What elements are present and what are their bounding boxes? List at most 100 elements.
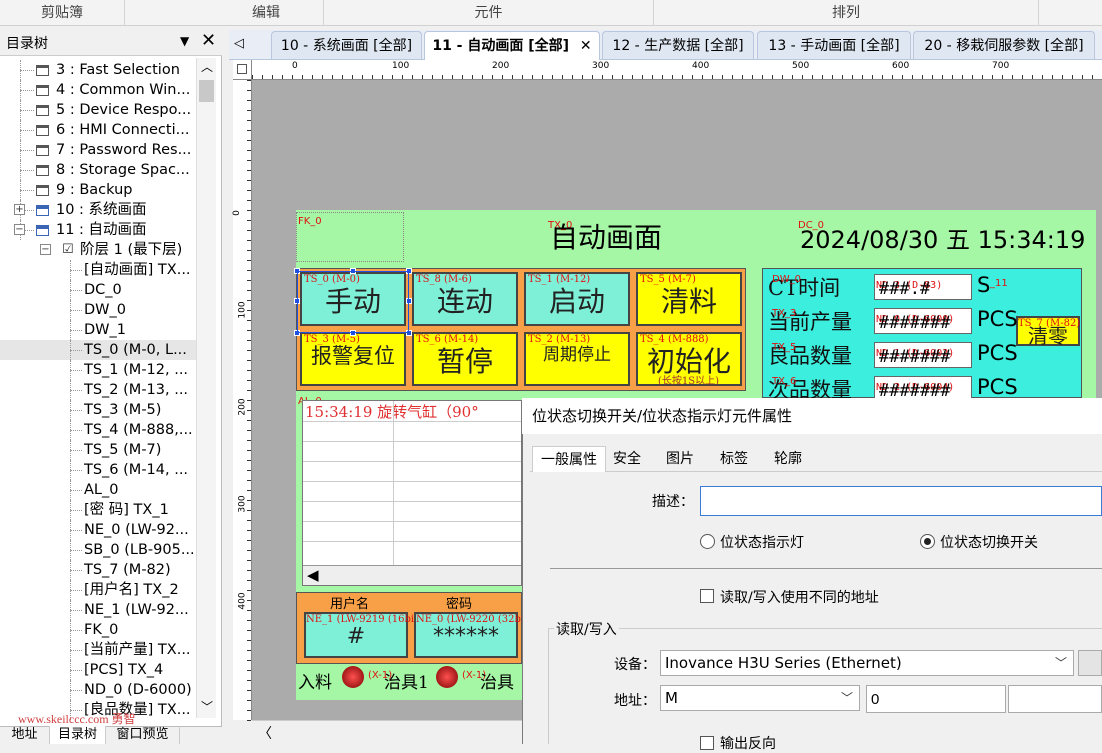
scroll-thumb[interactable] [199, 80, 214, 102]
tree-item-label: 10 : 系统画面 [56, 202, 147, 218]
scroll-left-icon[interactable]: ◀ [307, 566, 319, 584]
invert-output-label[interactable]: 输出反向 [720, 733, 776, 753]
tree-item[interactable]: TS_1 (M-12, ... [0, 360, 196, 380]
invert-output-checkbox[interactable] [700, 736, 714, 750]
tree-item[interactable]: 8 : Storage Spac... [0, 160, 196, 180]
tree-item[interactable]: [当前产量] TX... [0, 640, 196, 660]
tab-label[interactable]: 标签 [710, 446, 758, 472]
tag-fk: FK_0 [298, 216, 322, 227]
tab-auto-screen[interactable]: 11 - 自动画面 [全部] ✕ [424, 31, 600, 61]
tab-general[interactable]: 一般属性 [532, 446, 606, 472]
stat-value-box[interactable]: ND_3 (D-83) ###.# [874, 274, 972, 300]
scroll-up-icon[interactable]: ︿ [201, 58, 213, 75]
tree-item[interactable]: +10 : 系统画面 [0, 200, 196, 220]
alarm-list[interactable]: 15:34:19 旋转气缸（90° ◀ [302, 400, 522, 586]
tab-manual-screen[interactable]: 13 - 手动画面 [全部] [757, 31, 911, 59]
tree-item[interactable]: AL_0 [0, 480, 196, 500]
tab-picture[interactable]: 图片 [656, 446, 704, 472]
scroll-down-icon[interactable]: ﹀ [201, 698, 213, 715]
tree-item[interactable]: 5 : Device Respo... [0, 100, 196, 120]
stat-value-box[interactable]: ND_1 (D-6002) ####### [874, 342, 972, 368]
close-icon[interactable]: ✕ [201, 30, 216, 51]
ribbon-group-clipboard[interactable]: 剪贴簿 [0, 0, 125, 26]
tab-security[interactable]: 安全 [606, 446, 648, 472]
tree-item-label: [自动画面] TX... [84, 262, 191, 278]
ribbon-group-element[interactable]: 元件 [324, 0, 654, 26]
ruler-label: 200 [492, 61, 510, 71]
diff-address-checkbox[interactable] [700, 589, 714, 603]
tree-item[interactable]: FK_0 [0, 620, 196, 640]
tree-item-label: TS_4 (M-888,... [84, 422, 193, 438]
ribbon-group-edit[interactable]: 编辑 [209, 0, 324, 26]
description-input[interactable] [700, 486, 1102, 516]
tab-production-data[interactable]: 12 - 生产数据 [全部] [602, 31, 754, 59]
radio-indicator[interactable] [700, 534, 715, 549]
stat-value: ####### [879, 313, 951, 333]
tab-scroll-left-icon[interactable]: ◁ [234, 36, 244, 51]
button-label: 暂停 [436, 345, 493, 378]
tree-item[interactable]: NE_1 (LW-92... [0, 600, 196, 620]
address-input[interactable] [866, 685, 1006, 713]
hmi-button[interactable]: TS_2 (M-13) 周期停止 [524, 332, 630, 386]
clear-count-button[interactable]: TS_7 (M-82) 清零 [1016, 316, 1080, 348]
tree-item[interactable]: ND_0 (D-6000) [0, 680, 196, 700]
alarm-hscrollbar[interactable]: ◀ [303, 565, 521, 585]
tree-item[interactable]: TS_2 (M-13, ... [0, 380, 196, 400]
chevron-down-icon[interactable]: ▼ [180, 34, 189, 48]
tree-item[interactable]: SB_0 (LB-905... [0, 540, 196, 560]
tree-item[interactable]: TS_3 (M-5) [0, 400, 196, 420]
tab-tree[interactable]: 目录树 [50, 726, 106, 744]
hmi-button[interactable]: TS_6 (M-14) 暂停 [412, 332, 518, 386]
diff-address-label[interactable]: 读取/写入使用不同的地址 [720, 587, 879, 607]
scroll-left-icon[interactable]: 〈 [258, 723, 272, 743]
tree-item[interactable]: TS_5 (M-7) [0, 440, 196, 460]
stat-value-box[interactable]: ND_0 (D-6000) ####### [874, 308, 972, 334]
address-extra-field[interactable] [1008, 685, 1102, 713]
password-input[interactable]: NE_0 (LW-9220 (32bit) ****** [414, 612, 532, 658]
radio-switch[interactable] [920, 534, 935, 549]
tree-item[interactable]: 9 : Backup [0, 180, 196, 200]
tree-item[interactable]: TS_7 (M-82) [0, 560, 196, 580]
tree-item[interactable]: DW_0 [0, 300, 196, 320]
tab-window-preview[interactable]: 窗口预览 [106, 726, 180, 744]
username-input[interactable]: NE_1 (LW-9219 (16bit) # [304, 612, 422, 658]
tab-system-screen[interactable]: 10 - 系统画面 [全部] [271, 31, 422, 59]
tree-item[interactable]: − 11 : 自动画面 [0, 220, 196, 240]
tree-item[interactable]: [密 码] TX_1 [0, 500, 196, 520]
tab-address[interactable]: 地址 [0, 726, 50, 744]
tree-item[interactable]: TS_0 (M-0, L... [0, 340, 196, 360]
close-icon[interactable]: ✕ [580, 38, 592, 54]
tree-item[interactable]: TS_6 (M-14, ... [0, 460, 196, 480]
expand-icon[interactable]: − [14, 224, 25, 235]
tree-item[interactable]: 4 : Common Win... [0, 80, 196, 100]
device-settings-button[interactable] [1078, 650, 1102, 676]
tree-item[interactable]: − ☑ 阶层 1 (最下层) [0, 240, 196, 260]
tree-item[interactable]: 7 : Password Res... [0, 140, 196, 160]
hmi-button[interactable]: TS_3 (M-5) 报警复位 [300, 332, 406, 386]
hmi-button[interactable]: TS_8 (M-6) 连动 [412, 272, 518, 326]
tree-item[interactable]: DW_1 [0, 320, 196, 340]
tab-servo-params[interactable]: 20 - 移栽伺服参数 [全部] [913, 31, 1095, 59]
datetime-display: 2024/08/30 五 15:34:19 [800, 226, 1086, 254]
ribbon-group-arrange[interactable]: 排列 [654, 0, 1039, 26]
expand-icon[interactable]: + [14, 204, 25, 215]
tree-item[interactable]: DC_0 [0, 280, 196, 300]
tree-item[interactable]: 6 : HMI Connecti... [0, 120, 196, 140]
tree-item[interactable]: 3 : Fast Selection [0, 60, 196, 80]
tree-item[interactable]: [PCS] TX_4 [0, 660, 196, 680]
tab-outline[interactable]: 轮廓 [764, 446, 812, 472]
device-select[interactable]: Inovance H3U Series (Ethernet) ﹀ [660, 650, 1074, 676]
tree-item[interactable]: [用户名] TX_2 [0, 580, 196, 600]
radio-switch-label[interactable]: 位状态切换开关 [940, 532, 1038, 552]
radio-indicator-label[interactable]: 位状态指示灯 [720, 532, 804, 552]
hmi-button[interactable]: TS_1 (M-12) 启动 [524, 272, 630, 326]
address-type-select[interactable]: M ﹀ [660, 685, 860, 711]
collapse-icon[interactable]: − [40, 244, 51, 255]
tree-item[interactable]: NE_0 (LW-92... [0, 520, 196, 540]
hmi-button[interactable]: TS_4 (M-888) 初始化 (长按1S以上) [636, 332, 742, 387]
selection-outline [297, 271, 409, 333]
tree-item[interactable]: [自动画面] TX... [0, 260, 196, 280]
tree-item[interactable]: TS_4 (M-888,... [0, 420, 196, 440]
hmi-button[interactable]: TS_5 (M-7) 清料 [636, 272, 742, 326]
tree-scrollbar[interactable]: ︿ ﹀ [196, 58, 216, 718]
